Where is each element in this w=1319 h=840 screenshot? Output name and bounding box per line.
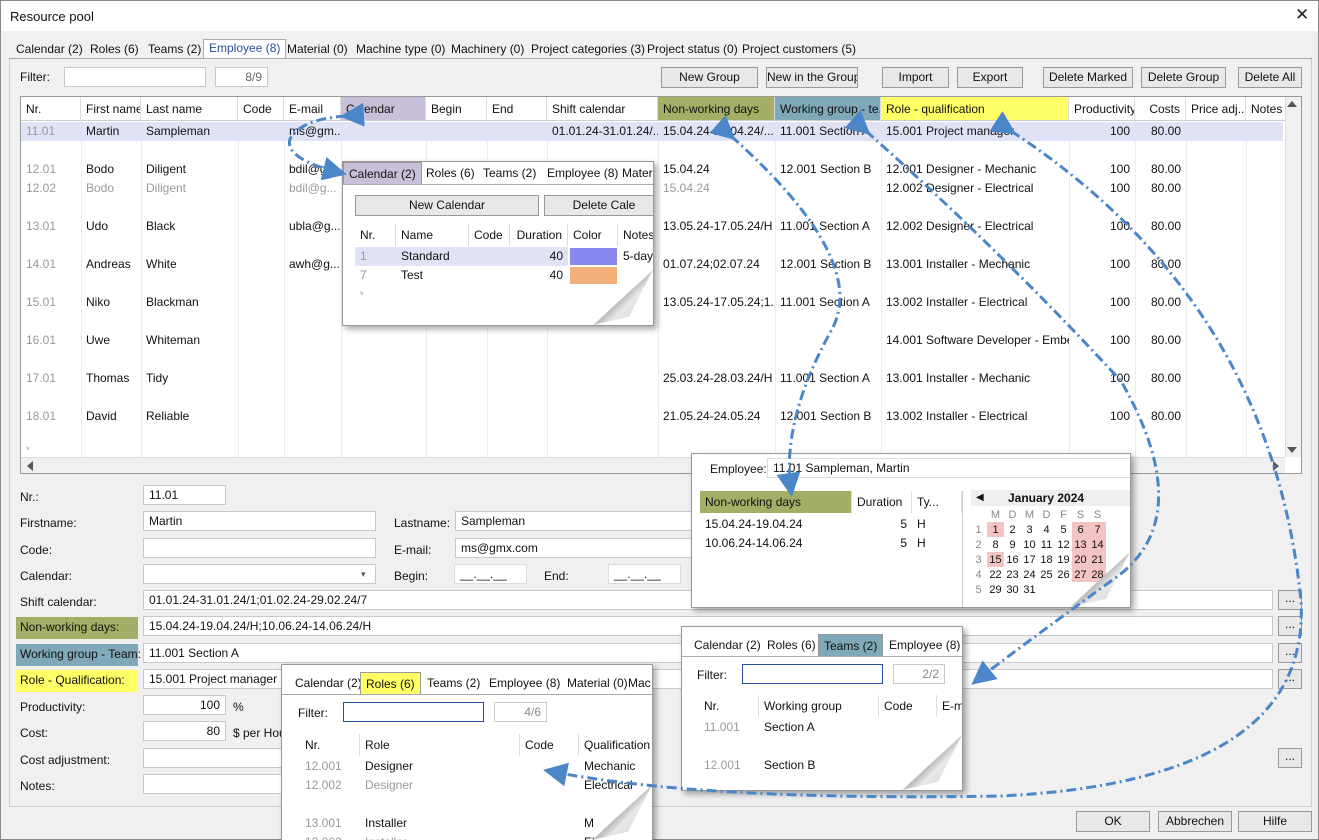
resource-pool-window: Resource pool ✕ Calendar (2) Roles (6) Tea… xyxy=(0,0,1319,840)
annotation-arrows xyxy=(287,102,1303,799)
